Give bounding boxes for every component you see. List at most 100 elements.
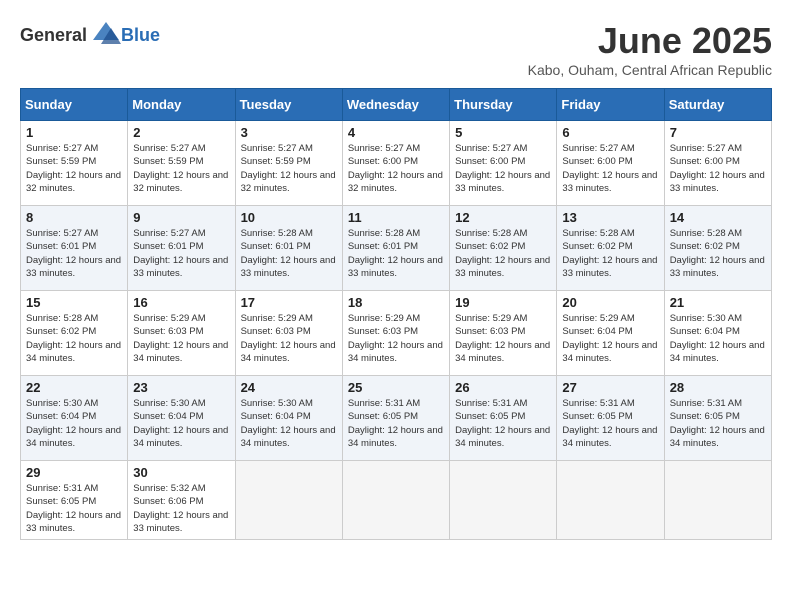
day-info: Sunrise: 5:27 AMSunset: 6:01 PMDaylight:… (133, 227, 229, 280)
day-info: Sunrise: 5:29 AMSunset: 6:04 PMDaylight:… (562, 312, 658, 365)
day-number: 28 (670, 380, 766, 395)
day-info: Sunrise: 5:27 AMSunset: 5:59 PMDaylight:… (26, 142, 122, 195)
day-info: Sunrise: 5:28 AMSunset: 6:02 PMDaylight:… (670, 227, 766, 280)
day-number: 30 (133, 465, 229, 480)
empty-cell (664, 461, 771, 540)
day-cell-16: 16 Sunrise: 5:29 AMSunset: 6:03 PMDayligh… (128, 291, 235, 376)
day-number: 26 (455, 380, 551, 395)
day-info: Sunrise: 5:27 AMSunset: 6:01 PMDaylight:… (26, 227, 122, 280)
day-cell-29: 29Sunrise: 5:31 AMSunset: 6:05 PMDayligh… (21, 461, 128, 540)
day-cell-3: 3 Sunrise: 5:27 AMSunset: 5:59 PMDaylight… (235, 121, 342, 206)
day-cell-27: 27Sunrise: 5:31 AMSunset: 6:05 PMDayligh… (557, 376, 664, 461)
day-info: Sunrise: 5:27 AMSunset: 6:00 PMDaylight:… (562, 142, 658, 195)
day-cell-13: 13 Sunrise: 5:28 AMSunset: 6:02 PMDayligh… (557, 206, 664, 291)
day-number: 24 (241, 380, 337, 395)
day-number: 18 (348, 295, 444, 310)
day-number: 20 (562, 295, 658, 310)
day-cell-7: 7 Sunrise: 5:27 AMSunset: 6:00 PMDaylight… (664, 121, 771, 206)
day-info: Sunrise: 5:29 AMSunset: 6:03 PMDaylight:… (133, 312, 229, 365)
day-number: 3 (241, 125, 337, 140)
day-cell-23: 23 Sunrise: 5:30 AMSunset: 6:04 PMDayligh… (128, 376, 235, 461)
day-cell-8: 8 Sunrise: 5:27 AMSunset: 6:01 PMDaylight… (21, 206, 128, 291)
day-info: Sunrise: 5:29 AMSunset: 6:03 PMDaylight:… (455, 312, 551, 365)
calendar-title: June 2025 (528, 20, 772, 62)
day-number: 27 (562, 380, 658, 395)
empty-cell (450, 461, 557, 540)
day-number: 8 (26, 210, 122, 225)
day-number: 2 (133, 125, 229, 140)
day-cell-4: 4 Sunrise: 5:27 AMSunset: 6:00 PMDaylight… (342, 121, 449, 206)
week-row-1: 1Sunrise: 5:27 AMSunset: 5:59 PMDaylight… (21, 121, 772, 206)
day-cell-6: 6 Sunrise: 5:27 AMSunset: 6:00 PMDaylight… (557, 121, 664, 206)
calendar-table: SundayMondayTuesdayWednesdayThursdayFrid… (20, 88, 772, 540)
day-info: Sunrise: 5:31 AMSunset: 6:05 PMDaylight:… (26, 482, 122, 535)
day-info: Sunrise: 5:29 AMSunset: 6:03 PMDaylight:… (348, 312, 444, 365)
day-info: Sunrise: 5:31 AMSunset: 6:05 PMDaylight:… (348, 397, 444, 450)
header: General Blue June 2025 Kabo, Ouham, Cent… (20, 20, 772, 78)
week-row-3: 15Sunrise: 5:28 AMSunset: 6:02 PMDayligh… (21, 291, 772, 376)
day-number: 7 (670, 125, 766, 140)
day-cell-14: 14Sunrise: 5:28 AMSunset: 6:02 PMDayligh… (664, 206, 771, 291)
day-number: 4 (348, 125, 444, 140)
day-cell-20: 20 Sunrise: 5:29 AMSunset: 6:04 PMDayligh… (557, 291, 664, 376)
day-info: Sunrise: 5:28 AMSunset: 6:02 PMDaylight:… (562, 227, 658, 280)
day-number: 6 (562, 125, 658, 140)
day-cell-22: 22 Sunrise: 5:30 AMSunset: 6:04 PMDayligh… (21, 376, 128, 461)
day-number: 13 (562, 210, 658, 225)
day-number: 15 (26, 295, 122, 310)
day-number: 21 (670, 295, 766, 310)
day-info: Sunrise: 5:27 AMSunset: 6:00 PMDaylight:… (455, 142, 551, 195)
day-info: Sunrise: 5:28 AMSunset: 6:01 PMDaylight:… (241, 227, 337, 280)
day-info: Sunrise: 5:30 AMSunset: 6:04 PMDaylight:… (26, 397, 122, 450)
day-cell-15: 15Sunrise: 5:28 AMSunset: 6:02 PMDayligh… (21, 291, 128, 376)
day-cell-9: 9 Sunrise: 5:27 AMSunset: 6:01 PMDaylight… (128, 206, 235, 291)
day-number: 5 (455, 125, 551, 140)
day-info: Sunrise: 5:30 AMSunset: 6:04 PMDaylight:… (241, 397, 337, 450)
logo: General Blue (20, 20, 160, 50)
day-number: 17 (241, 295, 337, 310)
logo-blue: Blue (121, 25, 160, 46)
col-header-monday: Monday (128, 89, 235, 121)
day-info: Sunrise: 5:28 AMSunset: 6:01 PMDaylight:… (348, 227, 444, 280)
day-cell-24: 24 Sunrise: 5:30 AMSunset: 6:04 PMDayligh… (235, 376, 342, 461)
day-info: Sunrise: 5:30 AMSunset: 6:04 PMDaylight:… (670, 312, 766, 365)
logo-general: General (20, 25, 87, 46)
day-info: Sunrise: 5:27 AMSunset: 6:00 PMDaylight:… (670, 142, 766, 195)
day-number: 23 (133, 380, 229, 395)
day-number: 19 (455, 295, 551, 310)
col-header-thursday: Thursday (450, 89, 557, 121)
day-cell-5: 5 Sunrise: 5:27 AMSunset: 6:00 PMDaylight… (450, 121, 557, 206)
col-header-friday: Friday (557, 89, 664, 121)
day-info: Sunrise: 5:32 AMSunset: 6:06 PMDaylight:… (133, 482, 229, 535)
day-cell-17: 17Sunrise: 5:29 AMSunset: 6:03 PMDayligh… (235, 291, 342, 376)
col-header-saturday: Saturday (664, 89, 771, 121)
day-cell-1: 1Sunrise: 5:27 AMSunset: 5:59 PMDaylight… (21, 121, 128, 206)
day-cell-28: 28Sunrise: 5:31 AMSunset: 6:05 PMDayligh… (664, 376, 771, 461)
day-info: Sunrise: 5:27 AMSunset: 5:59 PMDaylight:… (133, 142, 229, 195)
day-cell-12: 12Sunrise: 5:28 AMSunset: 6:02 PMDayligh… (450, 206, 557, 291)
day-info: Sunrise: 5:27 AMSunset: 5:59 PMDaylight:… (241, 142, 337, 195)
col-header-sunday: Sunday (21, 89, 128, 121)
day-cell-25: 25Sunrise: 5:31 AMSunset: 6:05 PMDayligh… (342, 376, 449, 461)
day-cell-2: 2 Sunrise: 5:27 AMSunset: 5:59 PMDaylight… (128, 121, 235, 206)
col-header-tuesday: Tuesday (235, 89, 342, 121)
col-header-wednesday: Wednesday (342, 89, 449, 121)
day-cell-26: 26 Sunrise: 5:31 AMSunset: 6:05 PMDayligh… (450, 376, 557, 461)
day-number: 16 (133, 295, 229, 310)
title-area: June 2025 Kabo, Ouham, Central African R… (528, 20, 772, 78)
day-cell-18: 18 Sunrise: 5:29 AMSunset: 6:03 PMDayligh… (342, 291, 449, 376)
day-number: 9 (133, 210, 229, 225)
week-row-5: 29Sunrise: 5:31 AMSunset: 6:05 PMDayligh… (21, 461, 772, 540)
day-info: Sunrise: 5:27 AMSunset: 6:00 PMDaylight:… (348, 142, 444, 195)
day-info: Sunrise: 5:31 AMSunset: 6:05 PMDaylight:… (455, 397, 551, 450)
empty-cell (342, 461, 449, 540)
day-info: Sunrise: 5:30 AMSunset: 6:04 PMDaylight:… (133, 397, 229, 450)
empty-cell (557, 461, 664, 540)
day-number: 10 (241, 210, 337, 225)
day-number: 11 (348, 210, 444, 225)
header-row: SundayMondayTuesdayWednesdayThursdayFrid… (21, 89, 772, 121)
day-number: 22 (26, 380, 122, 395)
day-cell-11: 11 Sunrise: 5:28 AMSunset: 6:01 PMDayligh… (342, 206, 449, 291)
day-number: 12 (455, 210, 551, 225)
day-cell-30: 30 Sunrise: 5:32 AMSunset: 6:06 PMDayligh… (128, 461, 235, 540)
